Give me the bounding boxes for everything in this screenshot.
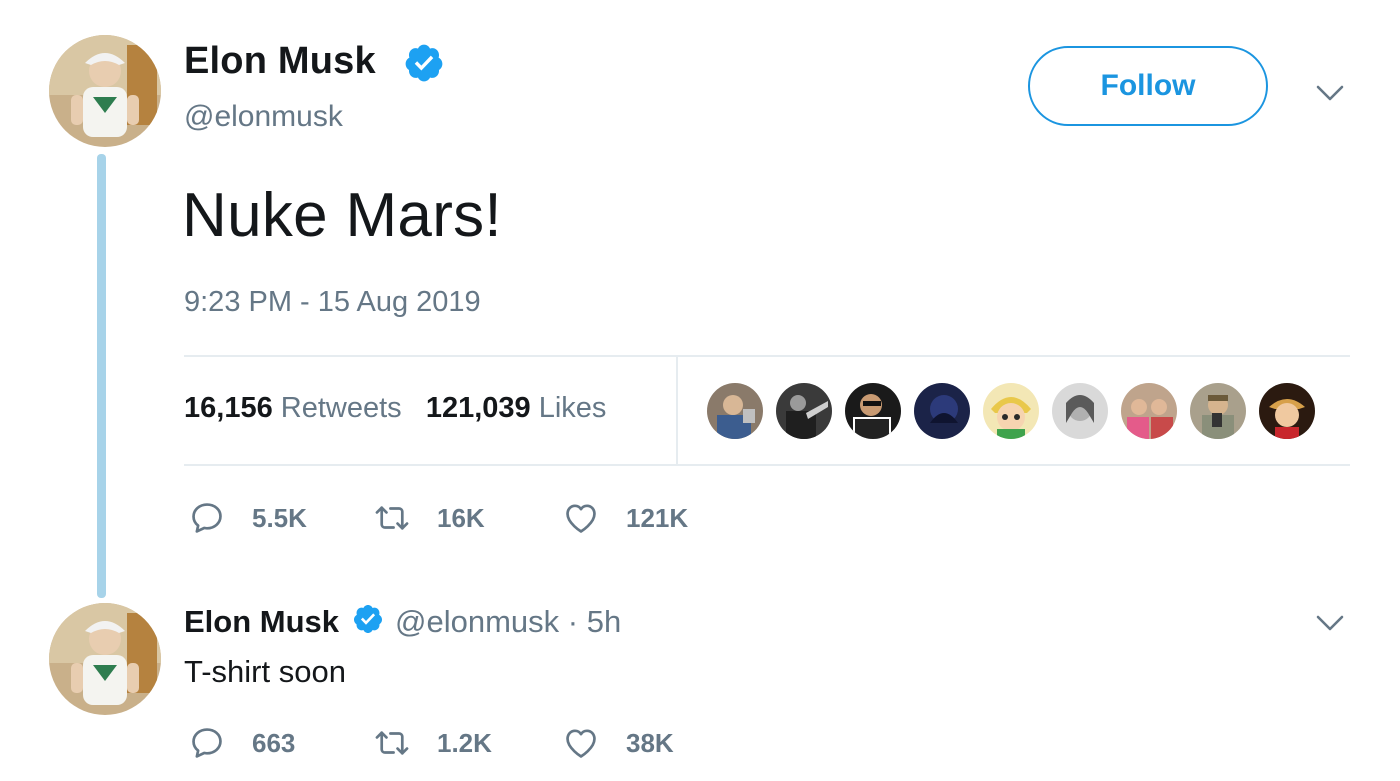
- reply-like-count: 38K: [626, 727, 674, 758]
- verified-badge-icon: [405, 44, 443, 82]
- reply-like-action[interactable]: 38K: [562, 724, 674, 762]
- liker-avatar[interactable]: [776, 383, 832, 439]
- reply-handle[interactable]: @elonmusk: [395, 604, 559, 639]
- likes-stat[interactable]: 121,039 Likes: [426, 392, 607, 424]
- reply-icon: [192, 728, 222, 758]
- heart-icon: [566, 504, 596, 533]
- reply-separator: ·: [567, 604, 579, 639]
- engagement-stats: 16,156 Retweets 121,039 Likes: [184, 392, 606, 425]
- stats-divider-top: [184, 355, 1350, 357]
- author-name[interactable]: Elon Musk: [184, 40, 376, 83]
- retweet-icon: [375, 506, 409, 530]
- liker-avatar[interactable]: [983, 383, 1039, 439]
- author-handle[interactable]: @elonmusk: [184, 100, 343, 134]
- chevron-down-icon[interactable]: [1313, 606, 1347, 640]
- liker-avatar[interactable]: [1190, 383, 1246, 439]
- reply-reply-count: 663: [252, 727, 296, 758]
- reply-text: T-shirt soon: [184, 654, 346, 689]
- retweet-count: 16,156: [184, 392, 273, 424]
- reply-action[interactable]: 5.5K: [188, 499, 307, 537]
- liker-avatar[interactable]: [1259, 383, 1315, 439]
- liker-avatar[interactable]: [1121, 383, 1177, 439]
- likes-label: Likes: [538, 392, 607, 424]
- tweet-text: Nuke Mars!: [182, 181, 502, 250]
- retweet-count-action: 16K: [437, 502, 485, 533]
- liker-avatar[interactable]: [1052, 383, 1108, 439]
- reply-reply-action[interactable]: 663: [188, 724, 295, 762]
- verified-badge-icon: [353, 605, 382, 633]
- liker-avatar[interactable]: [707, 383, 763, 439]
- retweet-icon: [375, 731, 409, 755]
- liker-avatar[interactable]: [845, 383, 901, 439]
- reply-icon: [192, 503, 222, 533]
- reply-author-name[interactable]: Elon Musk: [184, 604, 339, 640]
- author-avatar[interactable]: [49, 35, 161, 147]
- reply-meta: @elonmusk · 5h: [395, 604, 621, 640]
- stats-divider-vertical: [676, 357, 678, 465]
- retweet-stat[interactable]: 16,156 Retweets: [184, 392, 402, 424]
- liker-avatars: [707, 383, 1315, 439]
- thread-connector-line: [97, 154, 106, 598]
- follow-button[interactable]: Follow: [1028, 46, 1268, 126]
- likes-count: 121,039: [425, 392, 531, 424]
- reply-count: 5.5K: [252, 502, 307, 533]
- reply-retweet-action[interactable]: 1.2K: [373, 724, 492, 762]
- heart-icon: [566, 729, 596, 758]
- stats-divider-bottom: [184, 464, 1350, 466]
- tweet-timestamp[interactable]: 9:23 PM - 15 Aug 2019: [184, 286, 481, 319]
- like-action[interactable]: 121K: [562, 499, 688, 537]
- reply-author-avatar[interactable]: [49, 603, 161, 715]
- reply-time[interactable]: 5h: [587, 604, 621, 639]
- retweet-action[interactable]: 16K: [373, 499, 485, 537]
- chevron-down-icon[interactable]: [1313, 76, 1347, 110]
- liker-avatar[interactable]: [914, 383, 970, 439]
- retweet-label: Retweets: [280, 392, 402, 424]
- reply-retweet-count: 1.2K: [437, 727, 492, 758]
- like-count-action: 121K: [626, 502, 689, 533]
